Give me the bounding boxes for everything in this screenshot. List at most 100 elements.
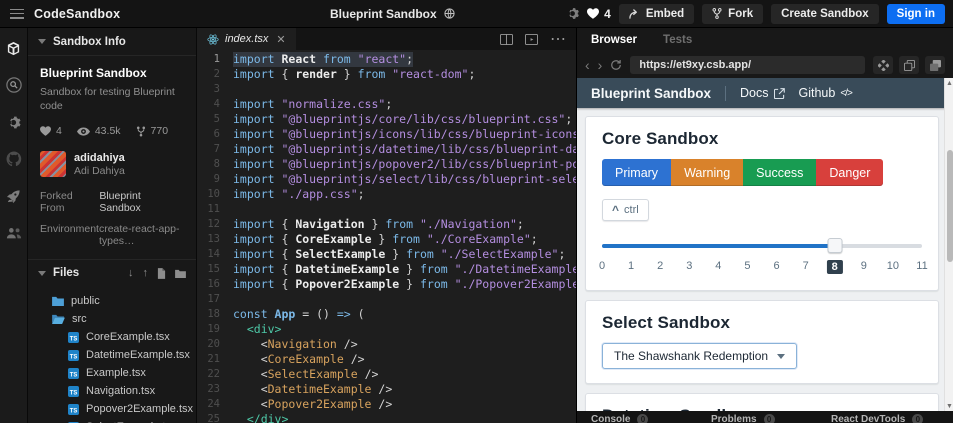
code-line-13[interactable]: 13 import { CoreExample } from "./CoreExa… (197, 232, 576, 247)
file-item-navigation-tsx[interactable]: TS Navigation.tsx (28, 382, 196, 400)
download-icon[interactable]: ↓ (128, 267, 134, 279)
code-line-15[interactable]: 15 import { DatetimeExample } from "./Dat… (197, 262, 576, 277)
project-title-bar: Blueprint Sandbox (330, 7, 455, 21)
folder-item-public[interactable]: public (28, 292, 196, 310)
scroll-up-icon[interactable]: ▲ (945, 78, 953, 88)
code-line-7[interactable]: 7 import "@blueprintjs/datetime/lib/css/b… (197, 142, 576, 157)
tab-browser[interactable]: Browser (591, 34, 637, 46)
environment-value[interactable]: create-react-app-types… (99, 223, 184, 247)
file-name: Navigation.tsx (86, 385, 156, 398)
github-link[interactable]: Github </> (799, 86, 853, 100)
open-in-new-window-icon[interactable] (925, 56, 945, 74)
sandbox-info-section-header[interactable]: Sandbox Info (28, 28, 196, 56)
code-line-18[interactable]: 18 const App = () => ( (197, 307, 576, 322)
code-line-12[interactable]: 12 import { Navigation } from "./Navigati… (197, 217, 576, 232)
settings-gear-icon[interactable] (566, 7, 579, 20)
file-name: Popover2Example.tsx (86, 403, 193, 416)
code-line-5[interactable]: 5 import "@blueprintjs/core/lib/css/bluep… (197, 112, 576, 127)
new-folder-icon[interactable] (175, 269, 186, 278)
menu-icon[interactable] (10, 8, 24, 19)
file-item-popover2example-tsx[interactable]: TS Popover2Example.tsx (28, 400, 196, 418)
embed-button[interactable]: Embed (618, 3, 695, 24)
sandbox-info-icon[interactable] (6, 40, 22, 56)
code-line-21[interactable]: 21 <CoreExample /> (197, 352, 576, 367)
like-button[interactable]: 4 (587, 7, 611, 21)
typescript-file-icon: TS (68, 349, 79, 361)
live-collaboration-icon[interactable] (6, 225, 22, 241)
file-item-coreexample-tsx[interactable]: TS CoreExample.tsx (28, 328, 196, 346)
code-line-23[interactable]: 23 <DatetimeExample /> (197, 382, 576, 397)
code-line-10[interactable]: 10 import "./app.css"; (197, 187, 576, 202)
code-line-16[interactable]: 16 import { Popover2Example } from "./Pop… (197, 277, 576, 292)
code-line-19[interactable]: 19 <div> (197, 322, 576, 337)
code-line-6[interactable]: 6 import "@blueprintjs/icons/lib/css/blue… (197, 127, 576, 142)
code-line-1[interactable]: 1 import React from "react"; (197, 52, 576, 67)
sandbox-title: Blueprint Sandbox (40, 66, 147, 80)
tab-label: index.tsx (225, 33, 269, 45)
success-button[interactable]: Success (743, 159, 817, 186)
line-number: 18 (207, 308, 220, 320)
danger-button[interactable]: Danger (816, 159, 884, 186)
code-line-2[interactable]: 2 import { render } from "react-dom"; (197, 67, 576, 82)
copy-url-icon[interactable] (899, 56, 919, 74)
status-react-devtools[interactable]: React DevTools 0 (831, 414, 951, 423)
responsive-mode-icon[interactable] (873, 56, 893, 74)
code-area[interactable]: 1 import React from "react"; 2 import { ren… (197, 50, 576, 423)
code-line-20[interactable]: 20 <Navigation /> (197, 337, 576, 352)
upload-icon[interactable]: ↑ (143, 267, 149, 279)
close-tab-icon[interactable]: ✕ (276, 33, 285, 46)
film-select-dropdown[interactable]: The Shawshank Redemption (602, 343, 798, 369)
files-section-header[interactable]: Files ↓ ↑ (28, 260, 196, 286)
author-name: Adi Dahiya (74, 164, 125, 177)
code-line-3[interactable]: 3 (197, 82, 576, 97)
code-line-24[interactable]: 24 <Popover2Example /> (197, 397, 576, 412)
refresh-icon[interactable] (610, 59, 622, 71)
slider-handle[interactable] (827, 238, 843, 253)
globe-icon (444, 8, 455, 19)
slider[interactable] (602, 238, 922, 253)
status-console[interactable]: Console 0 (591, 414, 711, 423)
folder-item-src[interactable]: src (28, 310, 196, 328)
code-line-11[interactable]: 11 (197, 202, 576, 217)
select-sandbox-title: Select Sandbox (602, 313, 730, 332)
line-number: 4 (213, 98, 220, 110)
deployment-rocket-icon[interactable] (6, 188, 22, 204)
code-line-14[interactable]: 14 import { SelectExample } from "./Selec… (197, 247, 576, 262)
chevron-down-icon (777, 353, 786, 359)
more-actions-icon[interactable]: ⋯ (550, 29, 566, 49)
warning-button[interactable]: Warning (671, 159, 744, 186)
create-sandbox-button[interactable]: Create Sandbox (771, 3, 879, 24)
new-file-icon[interactable] (157, 267, 166, 279)
split-editor-icon[interactable] (500, 33, 513, 45)
select-sandbox-card: Select Sandbox The Shawshank Redemption (585, 300, 939, 384)
code-line-25[interactable]: 25 </div> (197, 412, 576, 423)
url-input[interactable]: https://et9xy.csb.app/ (630, 56, 865, 74)
file-item-example-tsx[interactable]: TS Example.tsx (28, 364, 196, 382)
code-line-8[interactable]: 8 import "@blueprintjs/popover2/lib/css/b… (197, 157, 576, 172)
open-preview-icon[interactable] (525, 33, 538, 45)
file-item-selectexample-tsx[interactable]: TSSelectExample.tsx (28, 418, 196, 423)
status-problems[interactable]: Problems 0 (711, 414, 831, 423)
config-gear-icon[interactable] (6, 114, 22, 130)
code-line-9[interactable]: 9 import "@blueprintjs/select/lib/css/blu… (197, 172, 576, 187)
github-icon[interactable] (6, 151, 22, 167)
primary-button[interactable]: Primary (602, 159, 672, 186)
back-icon[interactable]: ‹ (585, 58, 590, 72)
author-row[interactable]: adidahiya Adi Dahiya (40, 151, 184, 178)
code-line-17[interactable]: 17 (197, 292, 576, 307)
slider-value-label: 8 (826, 260, 843, 274)
search-icon[interactable] (5, 77, 22, 93)
sign-in-button[interactable]: Sign in (886, 3, 945, 24)
tab-index-tsx[interactable]: index.tsx ✕ (197, 28, 296, 50)
code-line-22[interactable]: 22 <SelectExample /> (197, 367, 576, 382)
preview-scrollbar[interactable]: ▲ ▼ (944, 78, 953, 411)
docs-link[interactable]: Docs (740, 86, 785, 100)
forked-from-value[interactable]: Blueprint Sandbox (99, 190, 184, 214)
code-line-4[interactable]: 4 import "normalize.css"; (197, 97, 576, 112)
file-item-datetimeexample-tsx[interactable]: TS DatetimeExample.tsx (28, 346, 196, 364)
scroll-down-icon[interactable]: ▼ (945, 401, 953, 411)
forward-icon[interactable]: › (598, 58, 603, 72)
tab-tests[interactable]: Tests (663, 34, 692, 46)
fork-button[interactable]: Fork (702, 3, 764, 24)
scrollbar-thumb[interactable] (946, 150, 953, 262)
